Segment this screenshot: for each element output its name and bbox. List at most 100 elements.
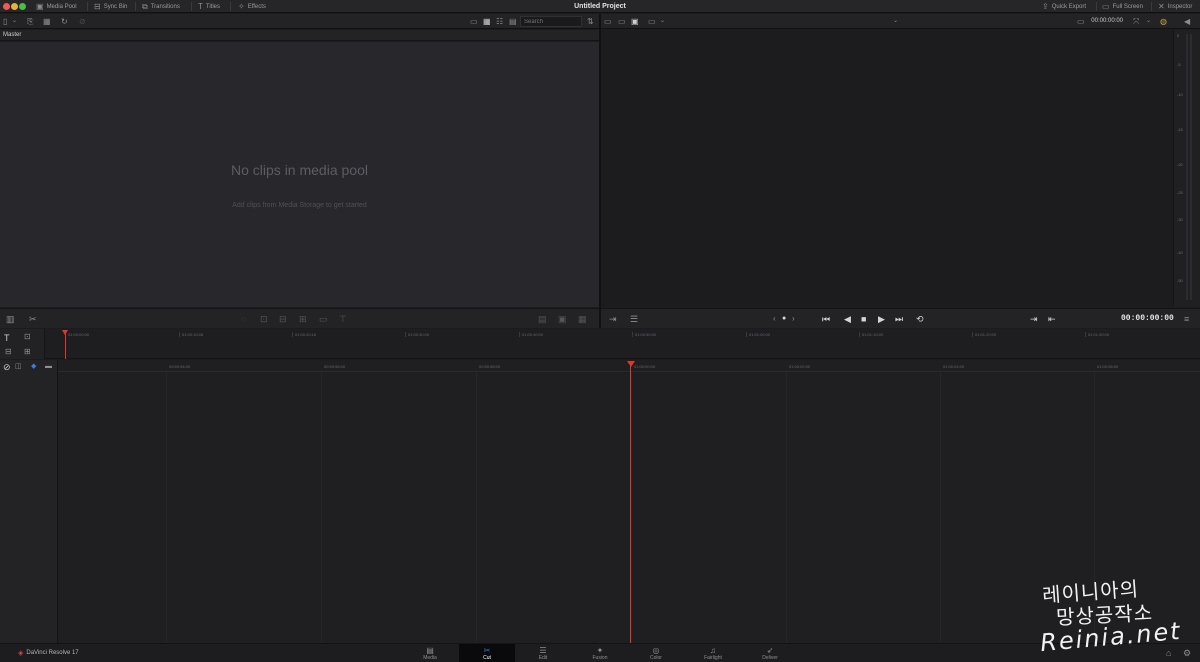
color-scope-icon[interactable]: ◍	[1160, 16, 1167, 27]
divider	[230, 2, 231, 11]
gear-icon[interactable]: ⚙	[1183, 646, 1191, 660]
track-tool-icon[interactable]: ⊡	[24, 330, 31, 344]
bin-header[interactable]: Master	[0, 30, 599, 41]
sync-bin-button[interactable]: ⊟ Sync Bin	[94, 0, 127, 13]
ruler-tick-label: 01:00:50:00	[632, 332, 656, 337]
edit-page-icon: ☰	[539, 646, 547, 655]
lower-playhead[interactable]	[630, 365, 631, 643]
jog-right-icon[interactable]: ›	[792, 312, 795, 326]
divider	[191, 2, 192, 11]
thumbnail-view-icon[interactable]: ▦	[483, 16, 491, 27]
viewer-mode-icon[interactable]: ▭	[648, 16, 656, 27]
sync-bin-label: Sync Bin	[103, 3, 128, 10]
page-tab-color[interactable]: ◎ Color	[628, 644, 684, 662]
media-pool-label: Media Pool	[46, 3, 77, 10]
audio-levels-icon[interactable]: ▥	[6, 312, 15, 326]
audio-track-tool-icon[interactable]: ⊟	[5, 345, 12, 359]
full-screen-button[interactable]: ▭ Full Screen	[1102, 0, 1143, 13]
meter-mark: -25	[1177, 190, 1183, 195]
mark-out-icon[interactable]: ⇤	[1048, 312, 1056, 326]
transitions-button[interactable]: ⧉ Transitions	[142, 0, 180, 13]
source-tape-icon[interactable]: ▭	[604, 16, 612, 27]
effects-button[interactable]: ✧ Effects	[238, 0, 266, 13]
media-pool-panel[interactable]: No clips in media pool Add clips from Me…	[0, 42, 599, 307]
loop-icon[interactable]: ⟲	[916, 312, 924, 326]
layout-icon[interactable]: ▦	[578, 312, 587, 326]
play-reverse-icon[interactable]: ◀	[844, 312, 851, 326]
upper-timeline-ruler[interactable]: 01:00:00:00 01:00:10:08 01:00:20:16 01:0…	[45, 329, 1200, 359]
inspector-button[interactable]: ✕ Inspector	[1158, 0, 1192, 13]
zoom-fit-icon[interactable]: ⤧	[1133, 16, 1139, 27]
page-tab-edit[interactable]: ☰ Edit	[515, 644, 571, 662]
sidebar-toggle-icon[interactable]: ▯	[3, 16, 7, 27]
lower-timeline[interactable]	[58, 360, 1200, 643]
page-tab-deliver[interactable]: ➶ Deliver	[742, 644, 798, 662]
home-icon[interactable]: ⌂	[1166, 646, 1171, 660]
page-tab-label: Media	[423, 655, 437, 661]
video-track-icon[interactable]: ▬	[45, 360, 52, 374]
layout-icon[interactable]: ▣	[558, 312, 567, 326]
grid-line	[631, 372, 632, 643]
page-tab-cut[interactable]: ✂ Cut	[459, 644, 515, 662]
ruler-tick-label: 01:01:00:00	[746, 332, 770, 337]
close-window-button[interactable]	[3, 3, 10, 10]
media-pool-button[interactable]: ▣ Media Pool	[36, 0, 77, 13]
shield-icon[interactable]: ◆	[31, 360, 36, 374]
go-to-start-icon[interactable]: ⏮	[822, 312, 830, 326]
page-tab-fusion[interactable]: ✦ Fusion	[572, 644, 628, 662]
source-overwrite-icon[interactable]: ⊤	[339, 312, 347, 326]
viewer[interactable]	[601, 30, 1173, 307]
sort-icon[interactable]: ⇅	[587, 16, 594, 27]
chevron-down-icon[interactable]: ⌄	[660, 16, 665, 27]
upper-playhead[interactable]	[65, 332, 66, 359]
ripple-overwrite-icon[interactable]: ⊟	[279, 312, 287, 326]
play-icon[interactable]: ▶	[878, 312, 885, 326]
timeline-settings-icon[interactable]: ☰	[630, 312, 638, 326]
place-on-top-icon[interactable]: ▭	[319, 312, 328, 326]
chevron-down-icon[interactable]: ⌄	[1146, 16, 1151, 27]
link-icon[interactable]: ⊘	[3, 360, 11, 374]
minimize-window-button[interactable]	[11, 3, 18, 10]
speaker-icon[interactable]: ◀	[1184, 16, 1190, 27]
list-view-icon[interactable]: ☷	[496, 16, 503, 27]
page-tab-fairlight[interactable]: ♫ Fairlight	[685, 644, 741, 662]
quick-export-button[interactable]: ⇪ Quick Export	[1042, 0, 1086, 13]
grid-line	[476, 372, 477, 643]
page-tab-media[interactable]: ▤ Media	[402, 644, 458, 662]
stop-icon[interactable]: ■	[861, 312, 866, 326]
close-up-icon[interactable]: ⊞	[299, 312, 307, 326]
ruler-tick-label: 01:00:02:00	[789, 364, 811, 369]
metadata-view-icon[interactable]: ▤	[509, 16, 517, 27]
import-media-icon[interactable]: ⎘	[27, 16, 33, 27]
import-folder-icon[interactable]: ▦	[43, 16, 51, 27]
sync-icon[interactable]: ↻	[61, 16, 68, 27]
maximize-window-button[interactable]	[19, 3, 26, 10]
search-input[interactable]	[520, 16, 582, 27]
audio-track-icon[interactable]: ◫	[15, 360, 22, 374]
go-to-end-icon[interactable]: ⏭	[895, 312, 903, 326]
menu-icon[interactable]: ≡	[1184, 312, 1189, 326]
source-clip-icon[interactable]: ▭	[618, 16, 626, 27]
chevron-down-icon[interactable]: ⌄	[12, 16, 17, 27]
snap-icon[interactable]: ⇥	[609, 312, 617, 326]
append-icon[interactable]: ⊡	[260, 312, 268, 326]
timeline-tools: T ⊡ ⊟ ⊞	[0, 329, 45, 359]
chevron-down-icon[interactable]: ⌄	[893, 16, 898, 27]
lower-playhead-handle[interactable]	[627, 361, 635, 367]
meter-mark: -5	[1177, 62, 1181, 67]
jog-dot-icon[interactable]: ●	[782, 312, 786, 326]
mark-in-icon[interactable]: ⇥	[1030, 312, 1038, 326]
scissors-icon[interactable]: ✂	[29, 312, 37, 326]
smart-insert-icon[interactable]: ◌	[241, 312, 246, 326]
strip-view-icon[interactable]: ▭	[470, 16, 478, 27]
grid-line	[786, 372, 787, 643]
text-tool-icon[interactable]: T	[4, 331, 10, 345]
timeline-viewer-icon[interactable]: ▣	[631, 16, 639, 27]
layout-icon[interactable]: ▤	[538, 312, 547, 326]
jog-left-icon[interactable]: ‹	[773, 312, 776, 326]
video-track-tool-icon[interactable]: ⊞	[24, 345, 31, 359]
titles-button[interactable]: T Titles	[198, 0, 220, 13]
media-pool-icon: ▣	[36, 1, 44, 11]
divider	[135, 2, 136, 11]
sync-bin-icon: ⊟	[94, 1, 101, 11]
